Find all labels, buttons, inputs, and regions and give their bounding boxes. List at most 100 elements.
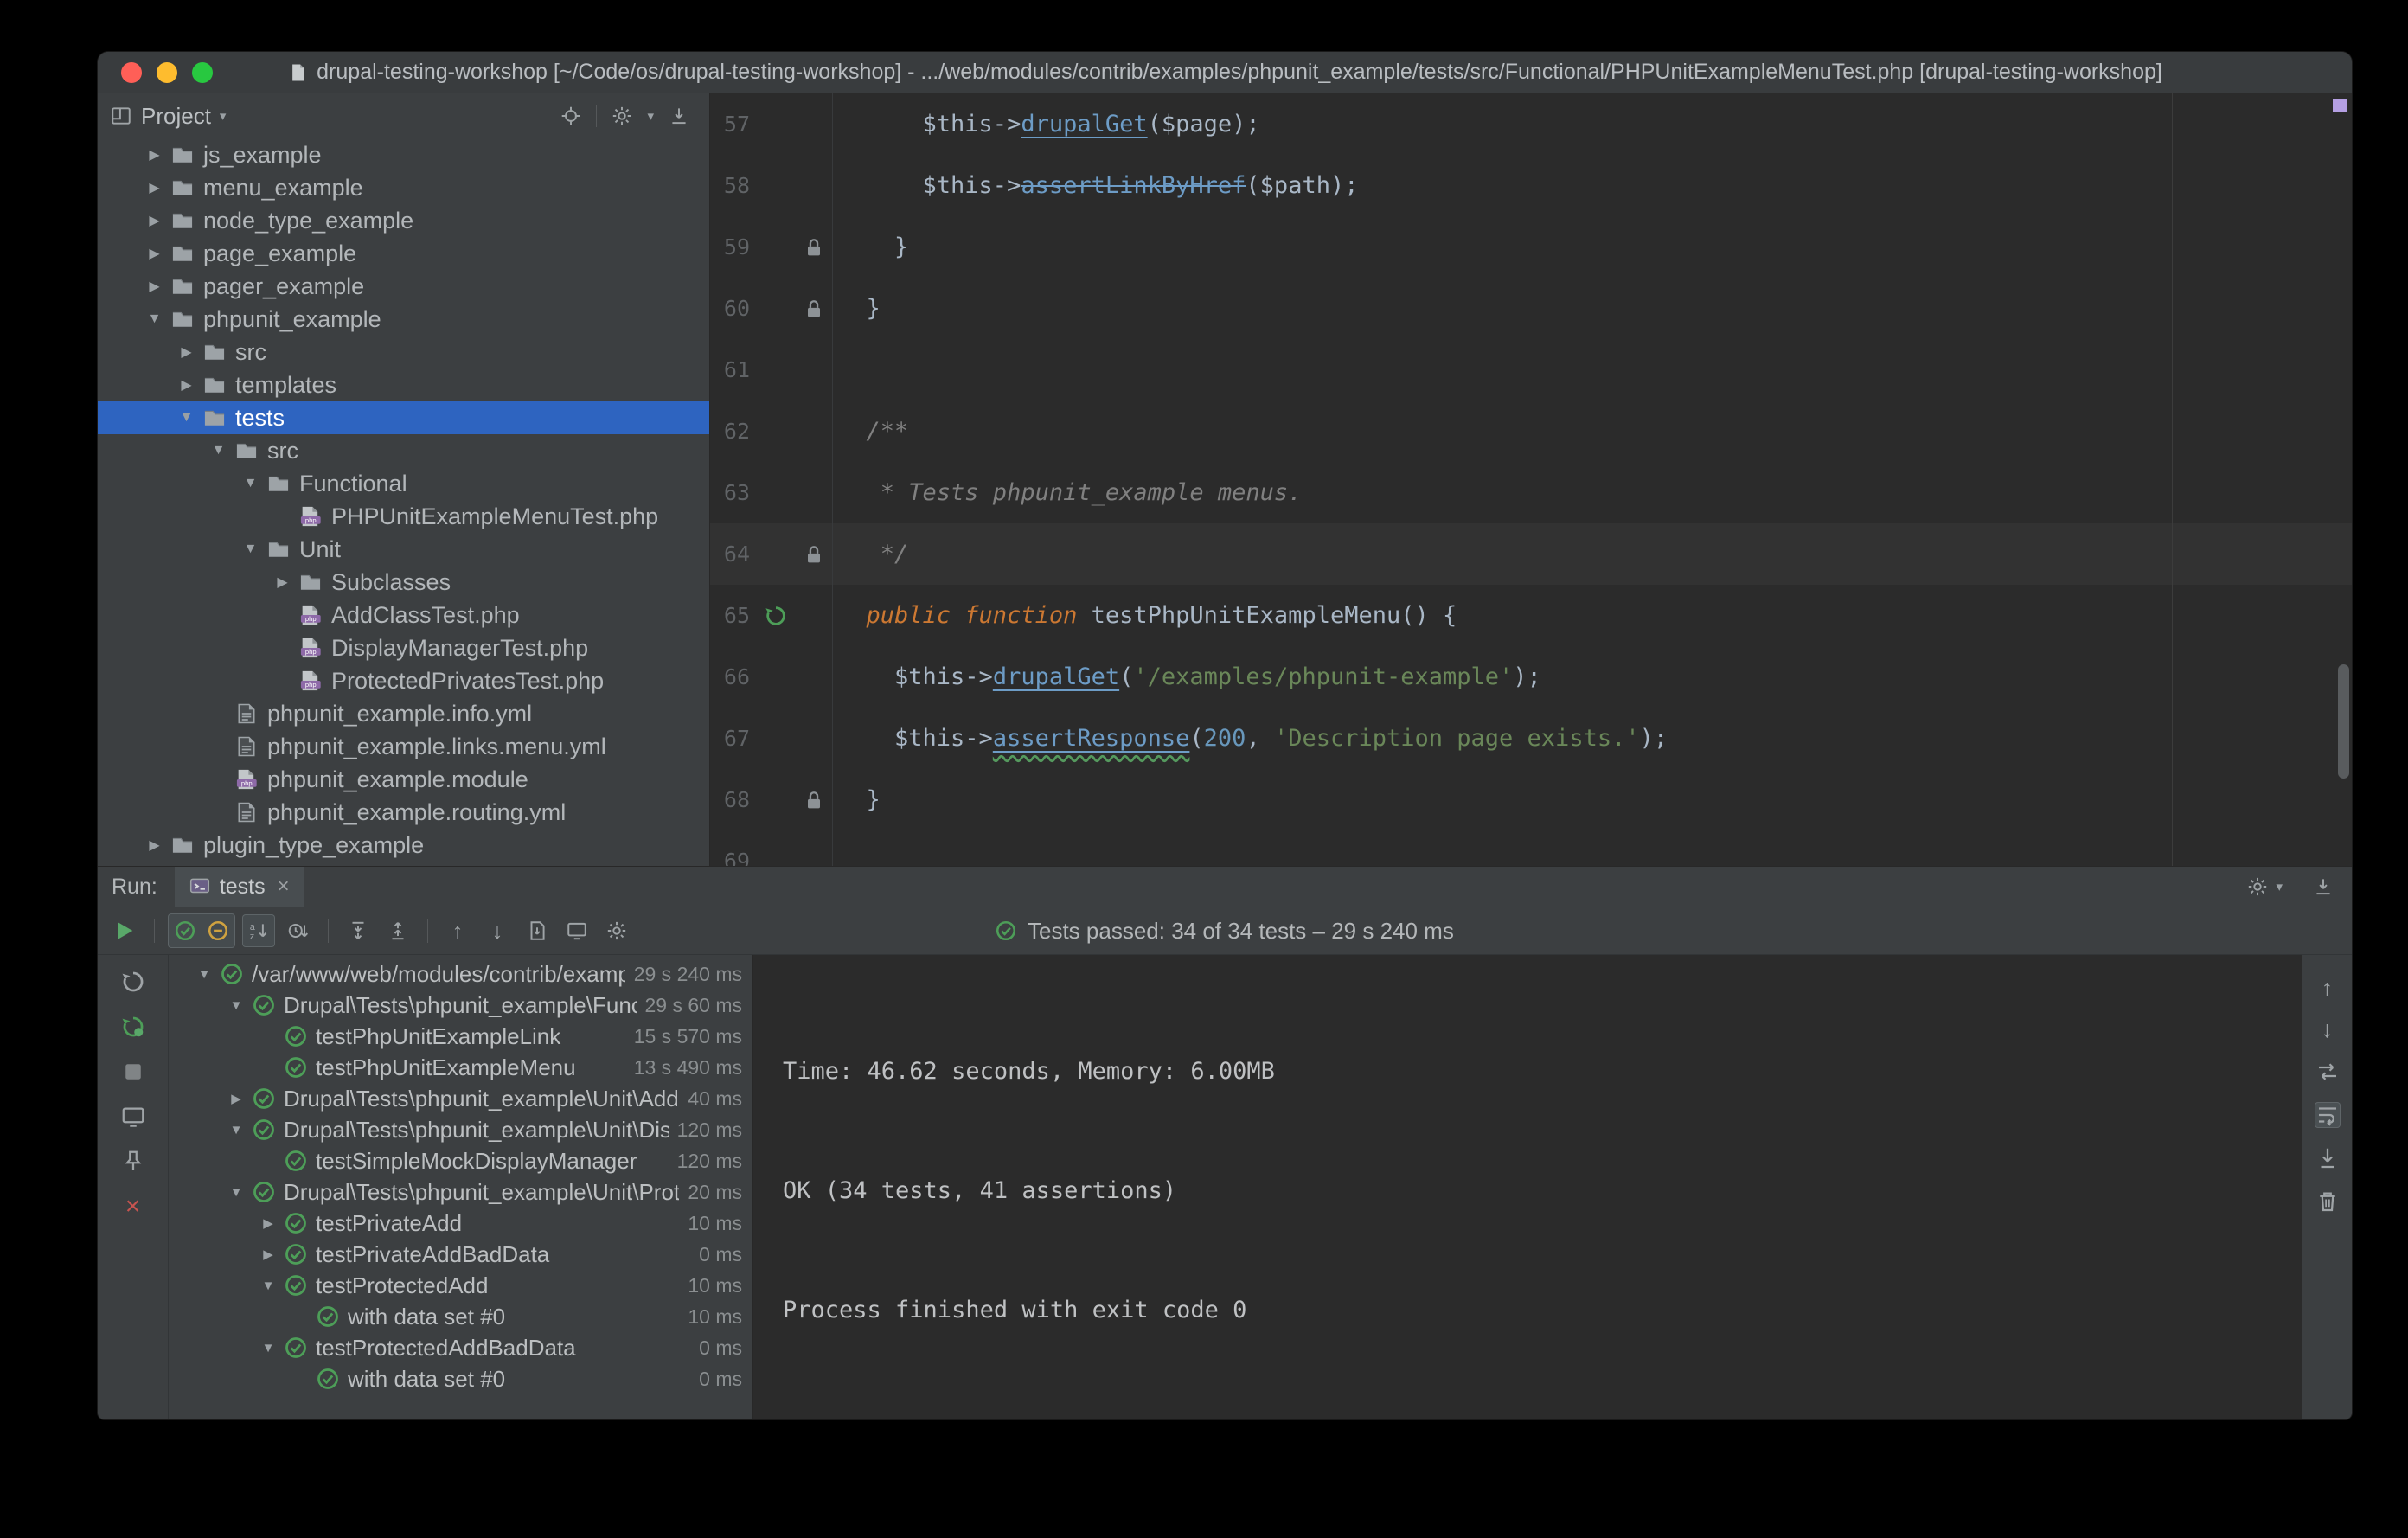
project-tree-item-tests[interactable]: ▼ tests [98, 401, 709, 434]
chevron-right-icon[interactable]: ▶ [170, 376, 202, 394]
minimize-window-button[interactable] [157, 61, 177, 83]
editor-line-59[interactable]: 59 } [710, 216, 2352, 278]
chevron-right-icon[interactable]: ▶ [253, 1215, 284, 1231]
project-tree-item-phpunit-example[interactable]: ▼ phpunit_example [98, 303, 709, 336]
chevron-down-icon[interactable]: ▼ [138, 311, 170, 327]
chevron-right-icon[interactable]: ▶ [138, 212, 170, 229]
project-tree-item-subclasses[interactable]: ▶ Subclasses [98, 566, 709, 599]
project-tree-item-phpunit-example-links-menu-yml[interactable]: phpunit_example.links.menu.yml [98, 730, 709, 763]
chevron-down-icon[interactable]: ▼ [234, 542, 266, 557]
editor-line-57[interactable]: 57 $this->drupalGet($page); [710, 93, 2352, 155]
close-window-button[interactable] [121, 61, 142, 83]
test-tree-item-testprotectedaddbaddata[interactable]: ▼ testProtectedAddBadData 0 ms [169, 1332, 752, 1363]
import-test-results-button[interactable] [521, 914, 554, 947]
editor-line-60[interactable]: 60 } [710, 278, 2352, 339]
sort-alphabetically-toggle[interactable]: az [242, 914, 275, 947]
project-tree-item-page-example[interactable]: ▶ page_example [98, 237, 709, 270]
test-tree-item-testphpunitexamplemenu[interactable]: testPhpUnitExampleMenu 13 s 490 ms [169, 1052, 752, 1083]
pin-tab-icon[interactable] [120, 1149, 146, 1175]
sort-by-duration-button[interactable] [282, 914, 315, 947]
chevron-right-icon[interactable]: ▶ [138, 179, 170, 196]
chevron-right-icon[interactable]: ▶ [138, 278, 170, 295]
chevron-down-icon[interactable]: ▼ [189, 967, 220, 982]
locate-file-icon[interactable] [560, 105, 582, 127]
test-tree-item-testprotectedadd[interactable]: ▼ testProtectedAdd 10 ms [169, 1270, 752, 1301]
test-tree-item-testphpunitexamplelink[interactable]: testPhpUnitExampleLink 15 s 570 ms [169, 1021, 752, 1052]
chevron-right-icon[interactable]: ▶ [138, 245, 170, 262]
close-run-panel-icon[interactable]: × [125, 1194, 141, 1220]
error-stripe-marker[interactable] [2333, 99, 2347, 112]
chevron-down-icon[interactable]: ▼ [221, 998, 252, 1013]
gear-icon[interactable] [2246, 875, 2269, 898]
project-tree-item-pager-example[interactable]: ▶ pager_example [98, 270, 709, 303]
show-passed-toggle[interactable] [169, 914, 202, 947]
editor-line-66[interactable]: 66 $this->drupalGet('/examples/phpunit-e… [710, 646, 2352, 708]
project-panel-title[interactable]: Project [141, 103, 211, 130]
run-tab-tests[interactable]: tests × [174, 867, 304, 907]
project-tree-item-plugin-type-example[interactable]: ▶ plugin_type_example [98, 829, 709, 862]
chevron-down-icon[interactable]: ▼ [234, 476, 266, 491]
editor-line-65[interactable]: 65 public function testPhpUnitExampleMen… [710, 585, 2352, 646]
chevron-down-icon[interactable]: ▼ [253, 1341, 284, 1355]
chevron-right-icon[interactable]: ▶ [253, 1246, 284, 1262]
test-settings-button[interactable] [600, 914, 633, 947]
project-tree-item-phpunit-example-routing-yml[interactable]: phpunit_example.routing.yml [98, 796, 709, 829]
project-tree-item-node-type-example[interactable]: ▶ node_type_example [98, 204, 709, 237]
chevron-right-icon[interactable]: ▶ [221, 1091, 252, 1106]
show-ignored-toggle[interactable] [202, 914, 234, 947]
chevron-down-icon[interactable]: ▾ [220, 108, 227, 124]
editor-line-62[interactable]: 62 /** [710, 401, 2352, 462]
editor-line-67[interactable]: 67 $this->assertResponse(200, 'Descripti… [710, 708, 2352, 769]
rerun-failed-tests-icon[interactable] [120, 1014, 146, 1040]
chevron-right-icon[interactable]: ▶ [138, 146, 170, 163]
next-failed-test-button[interactable]: ↓ [481, 914, 514, 947]
hide-panel-icon[interactable] [2312, 875, 2334, 898]
project-tree-item-phpunitexamplemenutest-php[interactable]: php PHPUnitExampleMenuTest.php [98, 500, 709, 533]
chevron-down-icon[interactable]: ▼ [170, 410, 202, 426]
test-history-button[interactable] [560, 914, 593, 947]
project-tree-item-displaymanagertest-php[interactable]: php DisplayManagerTest.php [98, 631, 709, 664]
chevron-down-icon[interactable]: ▼ [253, 1278, 284, 1293]
project-tree-item-menu-example[interactable]: ▶ menu_example [98, 171, 709, 204]
chevron-down-icon[interactable]: ▼ [221, 1185, 252, 1200]
previous-failed-test-button[interactable]: ↑ [441, 914, 474, 947]
editor-scrollbar[interactable] [2338, 664, 2349, 779]
close-tab-icon[interactable]: × [278, 875, 290, 899]
test-tree-item-drupal-tests-phpunit-example-unit-protectedprivatestest[interactable]: ▼ Drupal\Tests\phpunit_example\Unit\Prote… [169, 1176, 752, 1208]
collapse-all-button[interactable] [381, 914, 414, 947]
project-tree-item-js-example[interactable]: ▶ js_example [98, 138, 709, 171]
code-editor[interactable]: 57 $this->drupalGet($page); 58 $this->ass… [710, 93, 2352, 866]
rerun-icon[interactable] [120, 969, 146, 995]
soft-wrap-icon[interactable] [2314, 1102, 2341, 1128]
project-tree-item-phpunit-example-module[interactable]: php phpunit_example.module [98, 763, 709, 796]
project-tree-item-templates[interactable]: ▶ templates [98, 368, 709, 401]
project-tree-item-phpunit-example-info-yml[interactable]: phpunit_example.info.yml [98, 697, 709, 730]
gear-icon[interactable] [611, 105, 633, 127]
editor-line-63[interactable]: 63 * Tests phpunit_example menus. [710, 462, 2352, 523]
project-tree-item-src[interactable]: ▶ src [98, 336, 709, 368]
move-down-icon[interactable]: ↓ [2322, 1017, 2334, 1041]
test-tree-item-drupal-tests-phpunit-example-functional-phpunitexamplemenutest[interactable]: ▼ Drupal\Tests\phpunit_example\Functional… [169, 990, 752, 1021]
run-test-icon[interactable] [764, 604, 788, 628]
editor-line-61[interactable]: 61 [710, 339, 2352, 401]
test-tree-item-testprivateaddbaddata[interactable]: ▶ testPrivateAddBadData 0 ms [169, 1239, 752, 1270]
chevron-down-icon[interactable]: ▼ [202, 443, 234, 458]
test-tree-item-drupal-tests-phpunit-example-unit-addclasstest[interactable]: ▶ Drupal\Tests\phpunit_example\Unit\AddCl… [169, 1083, 752, 1114]
clear-all-icon[interactable] [2315, 1189, 2341, 1214]
test-tree-item-testprivateadd[interactable]: ▶ testPrivateAdd 10 ms [169, 1208, 752, 1239]
editor-line-64[interactable]: 64 */ [710, 523, 2352, 585]
test-tree-item-testsimplemockdisplaymanager[interactable]: testSimpleMockDisplayManager 120 ms [169, 1145, 752, 1176]
zoom-window-button[interactable] [192, 61, 213, 83]
project-tree-item-functional[interactable]: ▼ Functional [98, 467, 709, 500]
move-up-icon[interactable]: ↑ [2322, 976, 2334, 1000]
editor-line-58[interactable]: 58 $this->assertLinkByHref($path); [710, 155, 2352, 216]
chevron-right-icon[interactable]: ▶ [170, 343, 202, 361]
project-tree-item-unit[interactable]: ▼ Unit [98, 533, 709, 566]
restore-layout-icon[interactable] [120, 1104, 146, 1130]
chevron-right-icon[interactable]: ▶ [266, 574, 298, 591]
scroll-to-source-icon[interactable] [2315, 1059, 2341, 1085]
project-tree-item-addclasstest-php[interactable]: php AddClassTest.php [98, 599, 709, 631]
console-output[interactable]: Time: 46.62 seconds, Memory: 6.00MB OK (… [752, 955, 2302, 1419]
test-tree-item-with-data-set-0[interactable]: with data set #0 0 ms [169, 1363, 752, 1394]
stop-icon[interactable] [120, 1059, 146, 1085]
